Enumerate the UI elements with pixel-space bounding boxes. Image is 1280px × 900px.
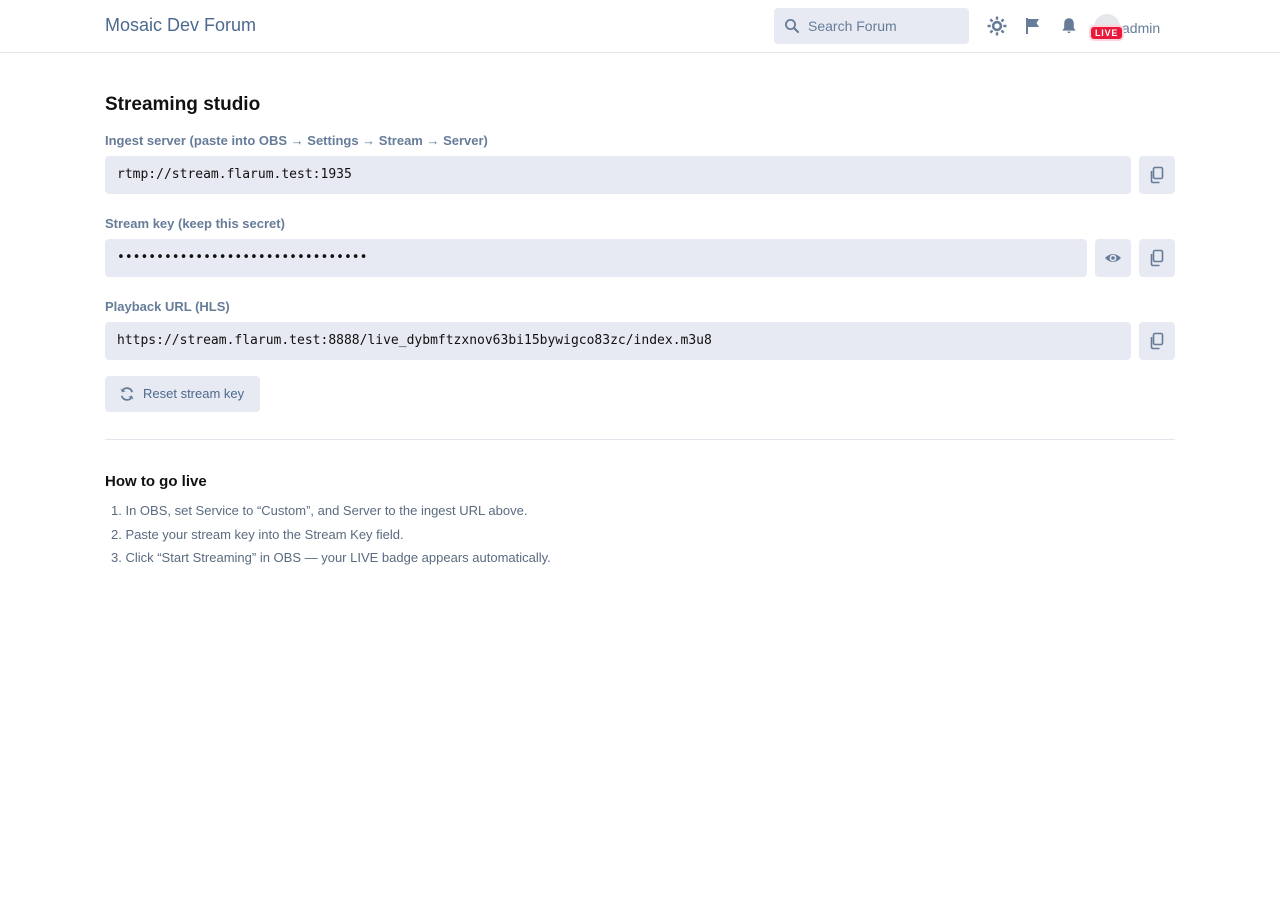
copy-stream-key-button[interactable] [1139, 239, 1175, 277]
eye-icon [1105, 254, 1121, 262]
reset-stream-key-button[interactable]: Reset stream key [105, 376, 260, 412]
stream-key-row: •••••••••••••••••••••••••••••••• [105, 239, 1175, 277]
howto-step: 2. Paste your stream key into the Stream… [111, 526, 404, 542]
section-divider [105, 439, 1175, 440]
username: admin [1122, 20, 1161, 36]
search-placeholder: Search Forum [808, 18, 897, 34]
copy-ingest-button[interactable] [1139, 156, 1175, 194]
reveal-key-button[interactable] [1095, 239, 1131, 277]
playback-url-row: https://stream.flarum.test:8888/live_dyb… [105, 322, 1175, 360]
stream-key-field[interactable]: •••••••••••••••••••••••••••••••• [105, 239, 1087, 277]
forum-title-link[interactable]: Mosaic Dev Forum [105, 15, 256, 36]
theme-toggle-icon[interactable] [987, 16, 1007, 36]
playback-url-label: Playback URL (HLS) [105, 299, 230, 314]
page-title: Streaming studio [105, 94, 261, 115]
copy-icon [1150, 332, 1164, 350]
stream-key-label: Stream key (keep this secret) [105, 216, 285, 231]
howto-step: 1. In OBS, set Service to “Custom”, and … [111, 503, 528, 518]
refresh-icon [120, 387, 134, 401]
bell-icon[interactable] [1059, 16, 1079, 36]
copy-playback-button[interactable] [1139, 322, 1175, 360]
user-menu[interactable]: admin LIVE [1090, 13, 1180, 41]
search-icon [785, 19, 799, 33]
reset-stream-key-label: Reset stream key [143, 386, 245, 401]
copy-icon [1150, 166, 1164, 184]
howto-title: How to go live [105, 473, 207, 490]
search-input[interactable]: Search Forum [774, 8, 969, 44]
howto-steps: 1. In OBS, set Service to “Custom”, and … [105, 502, 1175, 573]
live-badge: LIVE [1091, 27, 1123, 39]
playback-url-field[interactable]: https://stream.flarum.test:8888/live_dyb… [105, 322, 1131, 360]
streaming-studio-panel: Streaming studio Ingest server (paste in… [105, 94, 1175, 573]
copy-icon [1150, 249, 1164, 267]
ingest-server-field[interactable]: rtmp://stream.flarum.test:1935 [105, 156, 1131, 194]
flag-icon[interactable] [1023, 16, 1043, 36]
ingest-server-row: rtmp://stream.flarum.test:1935 [105, 156, 1175, 194]
howto-step: 3. Click “Start Streaming” in OBS — your… [111, 550, 551, 565]
ingest-server-label: Ingest server (paste into OBS → Settings… [105, 133, 488, 148]
top-header: Mosaic Dev Forum Search Forum admin LIVE [0, 0, 1280, 53]
